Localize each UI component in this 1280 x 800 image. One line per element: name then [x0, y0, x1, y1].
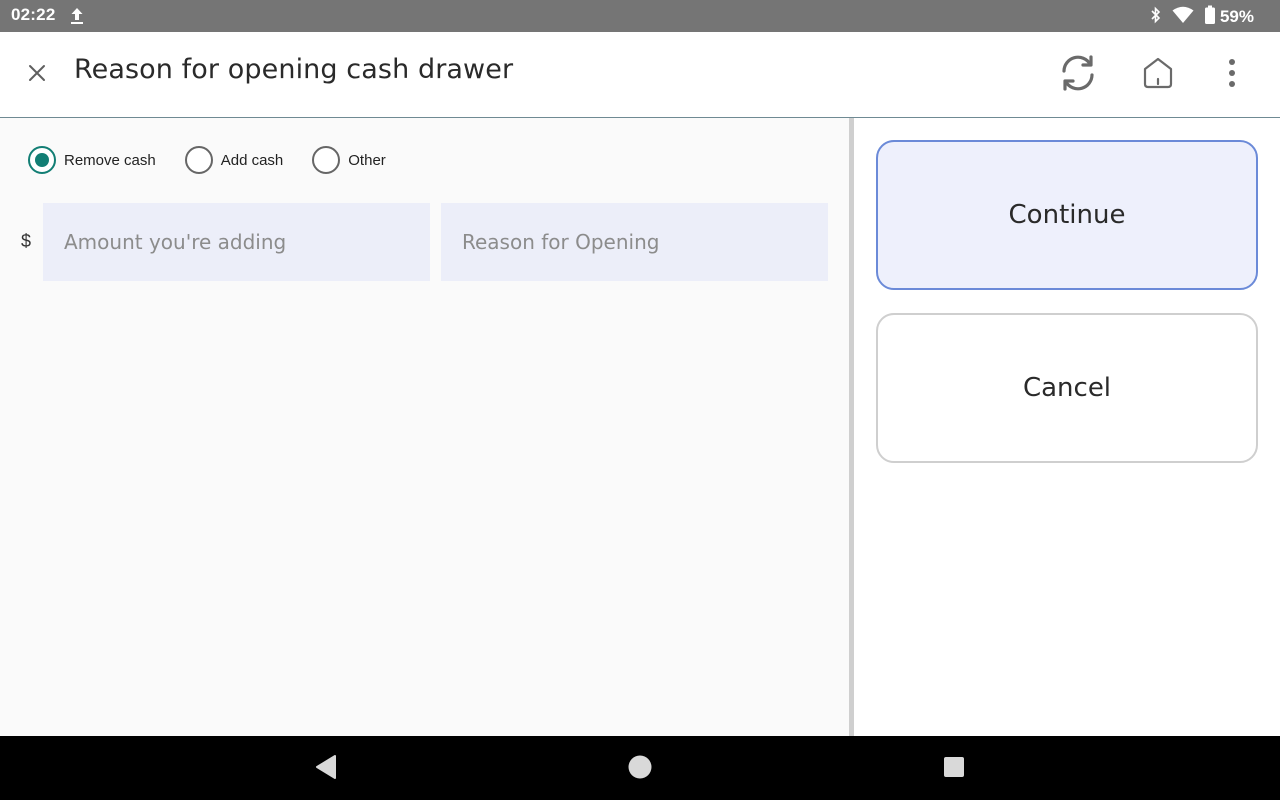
- radio-add-cash[interactable]: Add cash: [184, 146, 284, 174]
- status-indicators: 59%: [1150, 5, 1254, 29]
- status-time: 02:22: [11, 5, 56, 24]
- form-pane: Remove cash Add cash Other $: [0, 118, 849, 736]
- home-icon: [1141, 56, 1175, 94]
- cancel-button[interactable]: Cancel: [876, 313, 1258, 463]
- radio-remove-cash[interactable]: Remove cash: [28, 146, 156, 174]
- wifi-icon: [1172, 6, 1194, 28]
- sync-button[interactable]: [1055, 52, 1101, 98]
- radio-add-cash-circle[interactable]: [184, 146, 213, 174]
- currency-symbol: $: [21, 231, 32, 251]
- home-circle-icon: [627, 754, 653, 784]
- upload-icon: [70, 7, 84, 25]
- app-bar: Reason for opening cash drawer: [0, 32, 1280, 118]
- radio-other[interactable]: Other: [312, 146, 386, 174]
- recents-square-icon: [943, 756, 965, 782]
- radio-remove-cash-label: Remove cash: [64, 151, 156, 169]
- close-button[interactable]: [20, 58, 54, 92]
- home-button[interactable]: [1135, 52, 1181, 98]
- page-title: Reason for opening cash drawer: [74, 54, 514, 85]
- radio-add-cash-label: Add cash: [220, 151, 284, 169]
- battery-icon: [1204, 5, 1216, 29]
- continue-button[interactable]: Continue: [876, 140, 1258, 290]
- battery-percent: 59%: [1219, 7, 1254, 26]
- bluetooth-icon: [1150, 6, 1162, 28]
- reason-radio-group: Remove cash Add cash Other: [28, 146, 415, 174]
- more-options-button[interactable]: [1209, 52, 1255, 98]
- actions-pane: Continue Cancel: [854, 118, 1280, 736]
- reason-input[interactable]: [441, 203, 828, 281]
- radio-remove-cash-circle[interactable]: [28, 146, 56, 174]
- amount-input[interactable]: [43, 203, 430, 281]
- system-nav-bar: [0, 736, 1280, 800]
- nav-back-button[interactable]: [311, 754, 341, 784]
- more-vert-icon: [1227, 58, 1237, 92]
- close-icon: [28, 64, 46, 86]
- nav-home-button[interactable]: [625, 754, 655, 784]
- back-triangle-icon: [314, 754, 338, 784]
- sync-icon: [1056, 51, 1100, 99]
- nav-recents-button[interactable]: [939, 754, 969, 784]
- radio-other-circle[interactable]: [312, 146, 341, 174]
- radio-other-label: Other: [348, 151, 386, 169]
- status-bar: 02:22 59%: [0, 0, 1280, 32]
